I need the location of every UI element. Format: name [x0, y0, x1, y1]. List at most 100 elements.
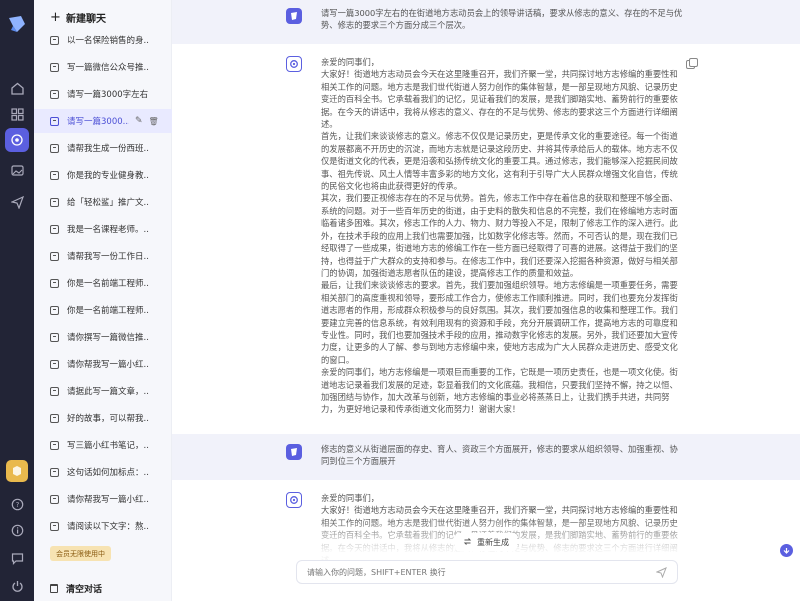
history-item-label: 你是一名前端工程师...	[67, 306, 149, 316]
history-item[interactable]: 请据此写一篇文章，...	[34, 379, 172, 403]
user-message-avatar-icon	[286, 444, 302, 460]
message-text: 请写一篇3000字左右的在街道地方志动员会上的领导讲话稿，要求从修志的意义、存在…	[321, 7, 685, 32]
chat-bubble-icon	[50, 332, 59, 342]
message-paragraph: 最后，让我们来谈谈修志的要求。首先，我们要加强组织领导。地方志修编是一项重要任务…	[321, 280, 678, 365]
history-item-label: 你是我的专业健身教...	[67, 171, 149, 181]
clear-chat-button[interactable]: 清空对话	[50, 582, 102, 595]
delete-icon[interactable]: 🗑	[149, 117, 159, 126]
chat-bubble-icon	[50, 251, 59, 261]
chat-bubble-icon	[50, 197, 59, 207]
message-paragraph: 亲爱的同事们，	[321, 57, 380, 67]
history-item-label: 请写一篇3000字左右...	[67, 90, 149, 100]
chat-bubble-icon	[50, 62, 59, 72]
history-item-label: 请帮我生成一份西班...	[67, 144, 149, 154]
new-chat-button[interactable]: + 新建聊天	[50, 9, 106, 25]
regenerate-label: 重新生成	[477, 537, 509, 547]
history-item[interactable]: 请写一篇3000... ✎ 🗑	[34, 109, 172, 133]
image-icon[interactable]	[9, 162, 25, 178]
message-paragraph: 其次，我们要正视修志存在的不足与优势。首先，修志工作中存在着信息的获取和整理不够…	[321, 193, 678, 278]
chat-bubble-icon	[50, 494, 59, 504]
history-item[interactable]: 你是一名前端工程师...	[34, 271, 172, 295]
history-item[interactable]: 写一篇微信公众号推...	[34, 55, 172, 79]
history-sidebar: + 新建聊天 以一名保险销售的身... 写一篇微信公众号推... 请写一篇3000字…	[34, 0, 172, 601]
chat-bubble-icon	[50, 305, 59, 315]
app-logo-icon[interactable]	[7, 14, 27, 34]
history-item[interactable]: 给「轻松鲨」推广文...	[34, 190, 172, 214]
bot-avatar-icon	[286, 492, 302, 508]
user-message: 请写一篇3000字左右的在街道地方志动员会上的领导讲话稿，要求从修志的意义、存在…	[172, 0, 800, 44]
history-item[interactable]: 请阅读以下文字：熬...	[34, 514, 172, 538]
history-item[interactable]: 以一名保险销售的身...	[34, 28, 172, 52]
message-text: 修志的意义从街道层面的存史、育人、资政三个方面展开，修志的要求从组织领导、加强重…	[321, 443, 685, 468]
history-item-label: 我是一名课程老师。...	[67, 225, 149, 235]
info-icon[interactable]	[9, 522, 25, 538]
history-item-label: 请帮我写一份工作日...	[67, 252, 149, 262]
history-item-label: 这句话如何加标点：...	[67, 468, 149, 478]
bot-message: 亲爱的同事们， 大家好！街道地方志动员会今天在这里隆重召开，我们齐聚一堂，共同探讨…	[172, 44, 800, 434]
power-icon[interactable]	[9, 578, 25, 594]
history-item[interactable]: 写三篇小红书笔记，...	[34, 433, 172, 457]
help-icon[interactable]: ?	[9, 496, 25, 512]
send-icon[interactable]	[655, 566, 667, 578]
message-paragraph: 请写一篇3000字左右的在街道地方志动员会上的领导讲话稿，要求从修志的意义、存在…	[321, 8, 683, 31]
history-item[interactable]: 我是一名课程老师。...	[34, 217, 172, 241]
chat-input[interactable]	[307, 567, 655, 577]
send-icon[interactable]	[9, 194, 25, 210]
chat-ai-icon[interactable]	[5, 128, 29, 152]
history-item[interactable]: 请写一篇3000字左右...	[34, 82, 172, 106]
message-paragraph: 大家好！街道地方志动员会今天在这里隆重召开，我们齐聚一堂，共同探讨地方志修编的重…	[321, 69, 678, 130]
history-item[interactable]: 请帮我写一份工作日...	[34, 244, 172, 268]
history-item-label: 请据此写一篇文章，...	[67, 387, 149, 397]
message-text: 亲爱的同事们， 大家好！街道地方志动员会今天在这里隆重召开，我们齐聚一堂，共同探讨…	[321, 56, 685, 416]
history-item-label: 请你帮我写一篇小红...	[67, 495, 149, 505]
chat-bubble-icon	[50, 440, 59, 450]
chat-area: 请写一篇3000字左右的在街道地方志动员会上的领导讲话稿，要求从修志的意义、存在…	[172, 0, 800, 601]
history-item[interactable]: 请你帮我写一篇小红...	[34, 352, 172, 376]
chat-bubble-icon	[50, 116, 59, 126]
chat-bubble-icon	[50, 521, 59, 531]
history-item[interactable]: 请你帮我写一篇小红...	[34, 487, 172, 511]
chat-bubble-icon	[50, 89, 59, 99]
vip-badge[interactable]: 会员无限使用中	[50, 546, 111, 561]
history-item[interactable]: 这句话如何加标点：...	[34, 460, 172, 484]
grid-icon[interactable]	[9, 106, 25, 122]
chat-bubble-icon	[50, 170, 59, 180]
history-item-label: 写三篇小红书笔记，...	[67, 441, 149, 451]
chat-bubble-icon	[50, 278, 59, 288]
copy-icon[interactable]	[686, 58, 698, 69]
new-chat-label: 新建聊天	[66, 13, 106, 25]
chat-input-box[interactable]	[296, 560, 678, 584]
chat-bubble-icon	[50, 467, 59, 477]
history-item[interactable]: 请帮我生成一份西班...	[34, 136, 172, 160]
history-list: 以一名保险销售的身... 写一篇微信公众号推... 请写一篇3000字左右... 请写…	[34, 28, 172, 546]
chat-bubble-icon	[50, 359, 59, 369]
chat-bubble-icon	[50, 224, 59, 234]
icon-rail: ?	[0, 0, 34, 601]
scroll-down-button[interactable]	[780, 544, 793, 557]
history-item[interactable]: 你是我的专业健身教...	[34, 163, 172, 187]
user-message: 修志的意义从街道层面的存史、育人、资政三个方面展开，修志的要求从组织领导、加强重…	[172, 434, 800, 480]
message-icon[interactable]	[9, 550, 25, 566]
history-item-label: 请你撰写一篇微信推...	[67, 333, 149, 343]
plus-icon: +	[50, 9, 61, 25]
user-message-avatar-icon	[286, 8, 302, 24]
edit-icon[interactable]: ✎	[135, 116, 143, 126]
history-item-label: 你是一名前端工程师...	[67, 279, 149, 289]
history-item[interactable]: 你是一名前端工程师...	[34, 298, 172, 322]
history-item-label: 好的故事，可以帮我...	[67, 414, 149, 424]
user-avatar[interactable]	[6, 460, 28, 482]
regenerate-button[interactable]: 重新生成	[455, 533, 517, 551]
history-item-label: 请阅读以下文字：熬...	[67, 522, 149, 532]
history-item[interactable]: 好的故事，可以帮我...	[34, 406, 172, 430]
message-paragraph: 亲爱的同事们，	[321, 493, 380, 503]
history-item[interactable]: 请你撰写一篇微信推...	[34, 325, 172, 349]
message-paragraph: 首先，让我们来谈谈修志的意义。修志不仅仅是记录历史，更是传承文化的重要途径。每一…	[321, 131, 678, 192]
trash-icon	[50, 584, 58, 593]
history-item-label: 写一篇微信公众号推...	[67, 63, 149, 73]
home-icon[interactable]	[9, 80, 25, 96]
chat-bubble-icon	[50, 413, 59, 423]
history-item-label: 请写一篇3000...	[67, 117, 129, 127]
chat-bubble-icon	[50, 386, 59, 396]
refresh-icon	[463, 537, 472, 548]
clear-chat-label: 清空对话	[66, 585, 103, 595]
